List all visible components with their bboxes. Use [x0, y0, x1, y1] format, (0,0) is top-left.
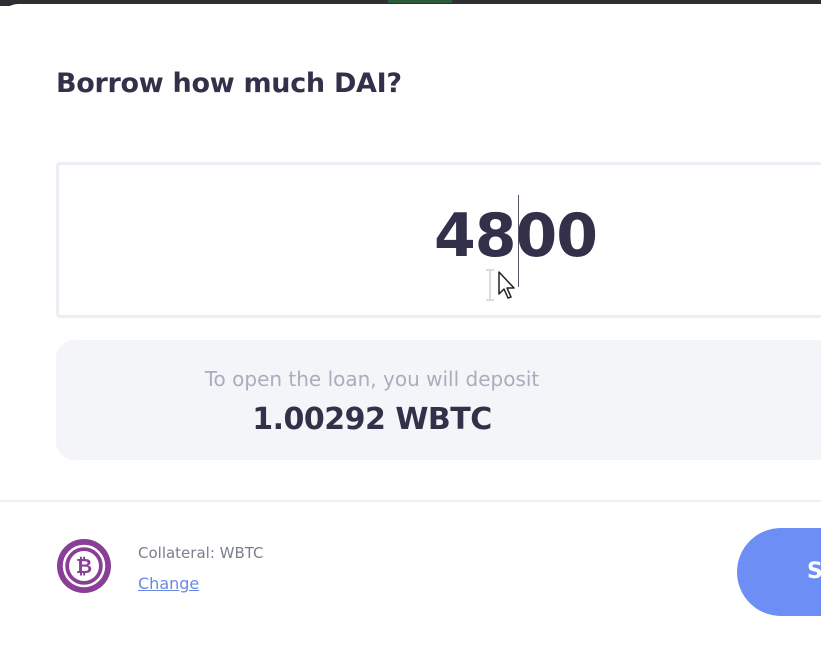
borrow-amount-value[interactable]: 4800	[434, 201, 634, 271]
submit-button[interactable]: S	[737, 528, 821, 616]
backdrop-accent	[388, 0, 452, 3]
borrow-modal: Borrow how much DAI? 4800 To open the lo…	[0, 4, 821, 664]
modal-title: Borrow how much DAI?	[56, 68, 402, 99]
footer-divider	[0, 500, 821, 502]
borrow-amount-input[interactable]: 4800	[56, 162, 821, 318]
deposit-info-card: To open the loan, you will deposit 1.002…	[56, 340, 821, 460]
change-collateral-link[interactable]: Change	[138, 574, 199, 593]
text-ibeam-icon	[486, 269, 494, 301]
deposit-value: 1.00292 WBTC	[252, 402, 492, 437]
collateral-label: Collateral: WBTC	[138, 544, 264, 562]
deposit-label: To open the loan, you will deposit	[204, 367, 540, 391]
wbtc-bitcoin-icon: ₿	[57, 539, 111, 593]
mouse-pointer-icon	[498, 271, 515, 299]
svg-text:₿: ₿	[76, 554, 92, 578]
